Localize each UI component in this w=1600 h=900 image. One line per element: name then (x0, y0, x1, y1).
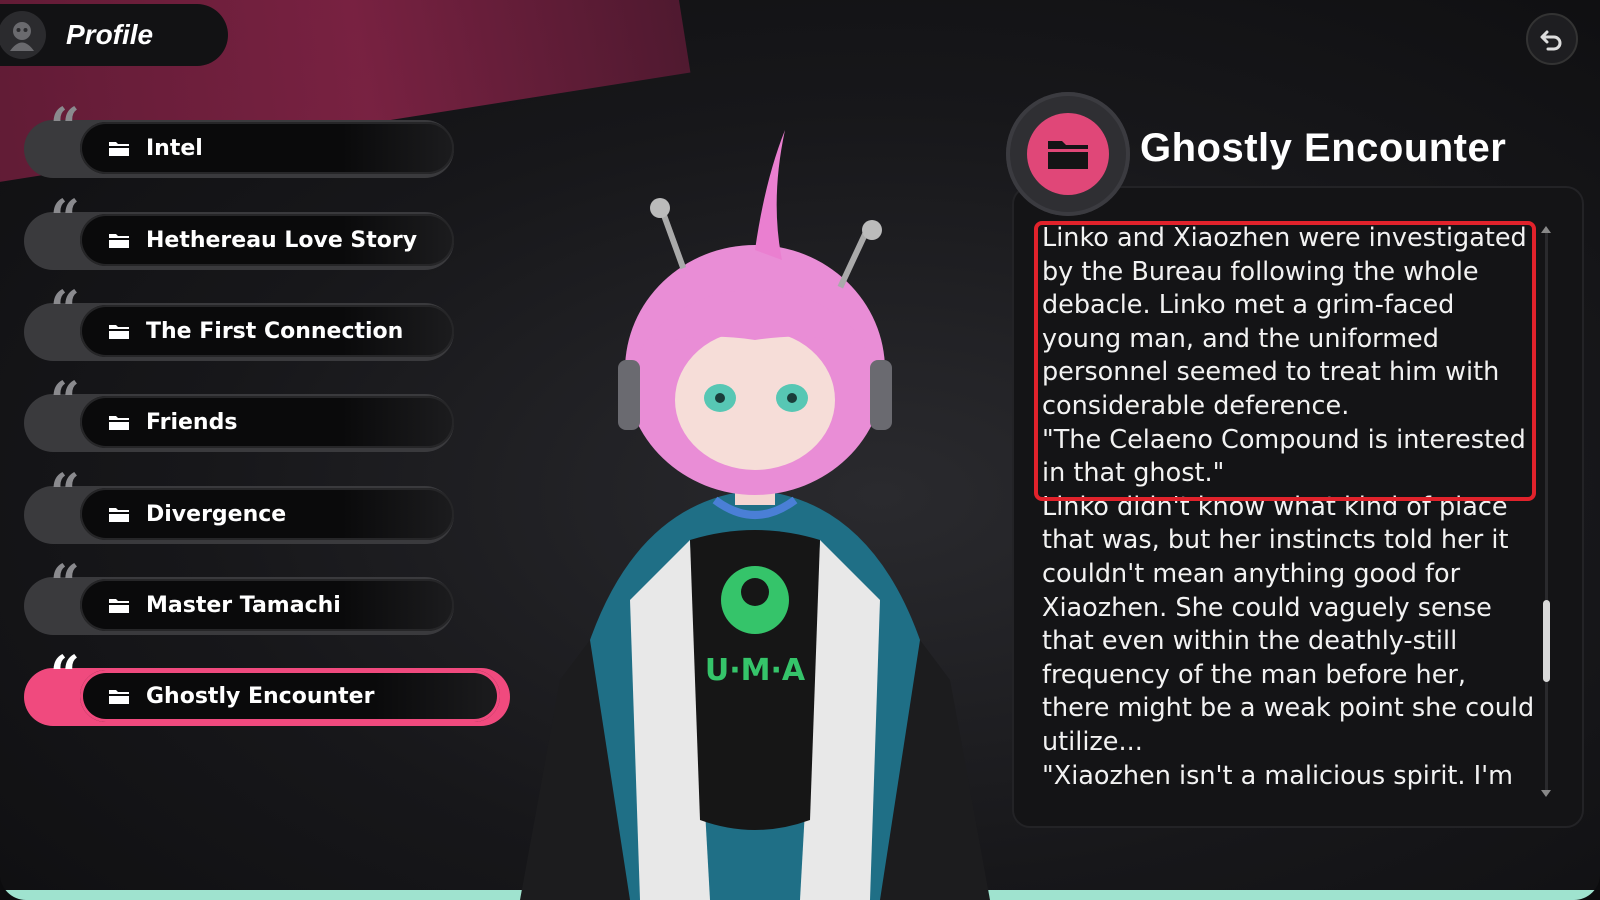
quote-mark-icon: “ (50, 280, 80, 341)
quote-mark-icon: “ (50, 97, 80, 158)
folder-icon (109, 142, 129, 156)
entry-label: Hethereau Love Story (146, 227, 418, 253)
folder-icon (109, 234, 129, 248)
entry-label: Intel (146, 135, 203, 161)
folder-icon (109, 325, 129, 339)
folder-icon (109, 599, 129, 613)
svg-text:U·M·A: U·M·A (705, 653, 806, 688)
highlight-box (1034, 221, 1536, 501)
entry-item-the-first-connection[interactable]: “ The First Connection (24, 285, 464, 361)
entry-label: Friends (146, 409, 238, 435)
folder-emblem-icon (1006, 92, 1130, 216)
page-title: Profile (66, 19, 154, 50)
quote-mark-icon: “ (50, 371, 80, 432)
entry-label: The First Connection (146, 318, 404, 344)
folder-icon (109, 690, 129, 704)
quote-mark-icon: “ (50, 463, 80, 524)
quote-mark-icon: “ (50, 554, 80, 615)
entry-item-master-tamachi[interactable]: “ Master Tamachi (24, 559, 464, 635)
quote-mark-icon: “ (50, 645, 80, 706)
entry-item-divergence[interactable]: “ Divergence (24, 468, 464, 544)
entry-item-hethereau-love-story[interactable]: “ Hethereau Love Story (24, 194, 464, 270)
entry-item-friends[interactable]: “ Friends (24, 376, 464, 452)
folder-icon (109, 508, 129, 522)
folder-icon (109, 416, 129, 430)
scroll-up-icon[interactable] (1541, 226, 1551, 233)
entry-title: Ghostly Encounter (1140, 126, 1507, 170)
scroll-down-icon[interactable] (1541, 790, 1551, 797)
story-paragraph: "Xiaozhen isn't a malicious spirit. I'm (1042, 760, 1513, 791)
quote-mark-icon: “ (50, 189, 80, 250)
scrollbar-thumb[interactable] (1543, 600, 1550, 682)
entry-label: Ghostly Encounter (146, 683, 375, 709)
story-paragraph: Linko didn't know what kind of place tha… (1042, 491, 1535, 757)
entry-label: Divergence (146, 501, 287, 527)
character-illustration: U·M·A (520, 130, 990, 900)
undo-arrow-icon (1540, 30, 1562, 51)
entry-label: Master Tamachi (146, 592, 341, 618)
profile-header: Profile (0, 4, 228, 66)
entry-item-ghostly-encounter[interactable]: “ Ghostly Encounter (24, 650, 510, 726)
entry-item-intel[interactable]: “ Intel (24, 102, 464, 178)
profile-avatar-icon (0, 11, 46, 59)
scrollbar-track[interactable] (1545, 232, 1548, 792)
game-screen: Profile “ Intel “ Hethereau Love Story “… (0, 0, 1600, 900)
back-button[interactable] (1526, 13, 1578, 65)
